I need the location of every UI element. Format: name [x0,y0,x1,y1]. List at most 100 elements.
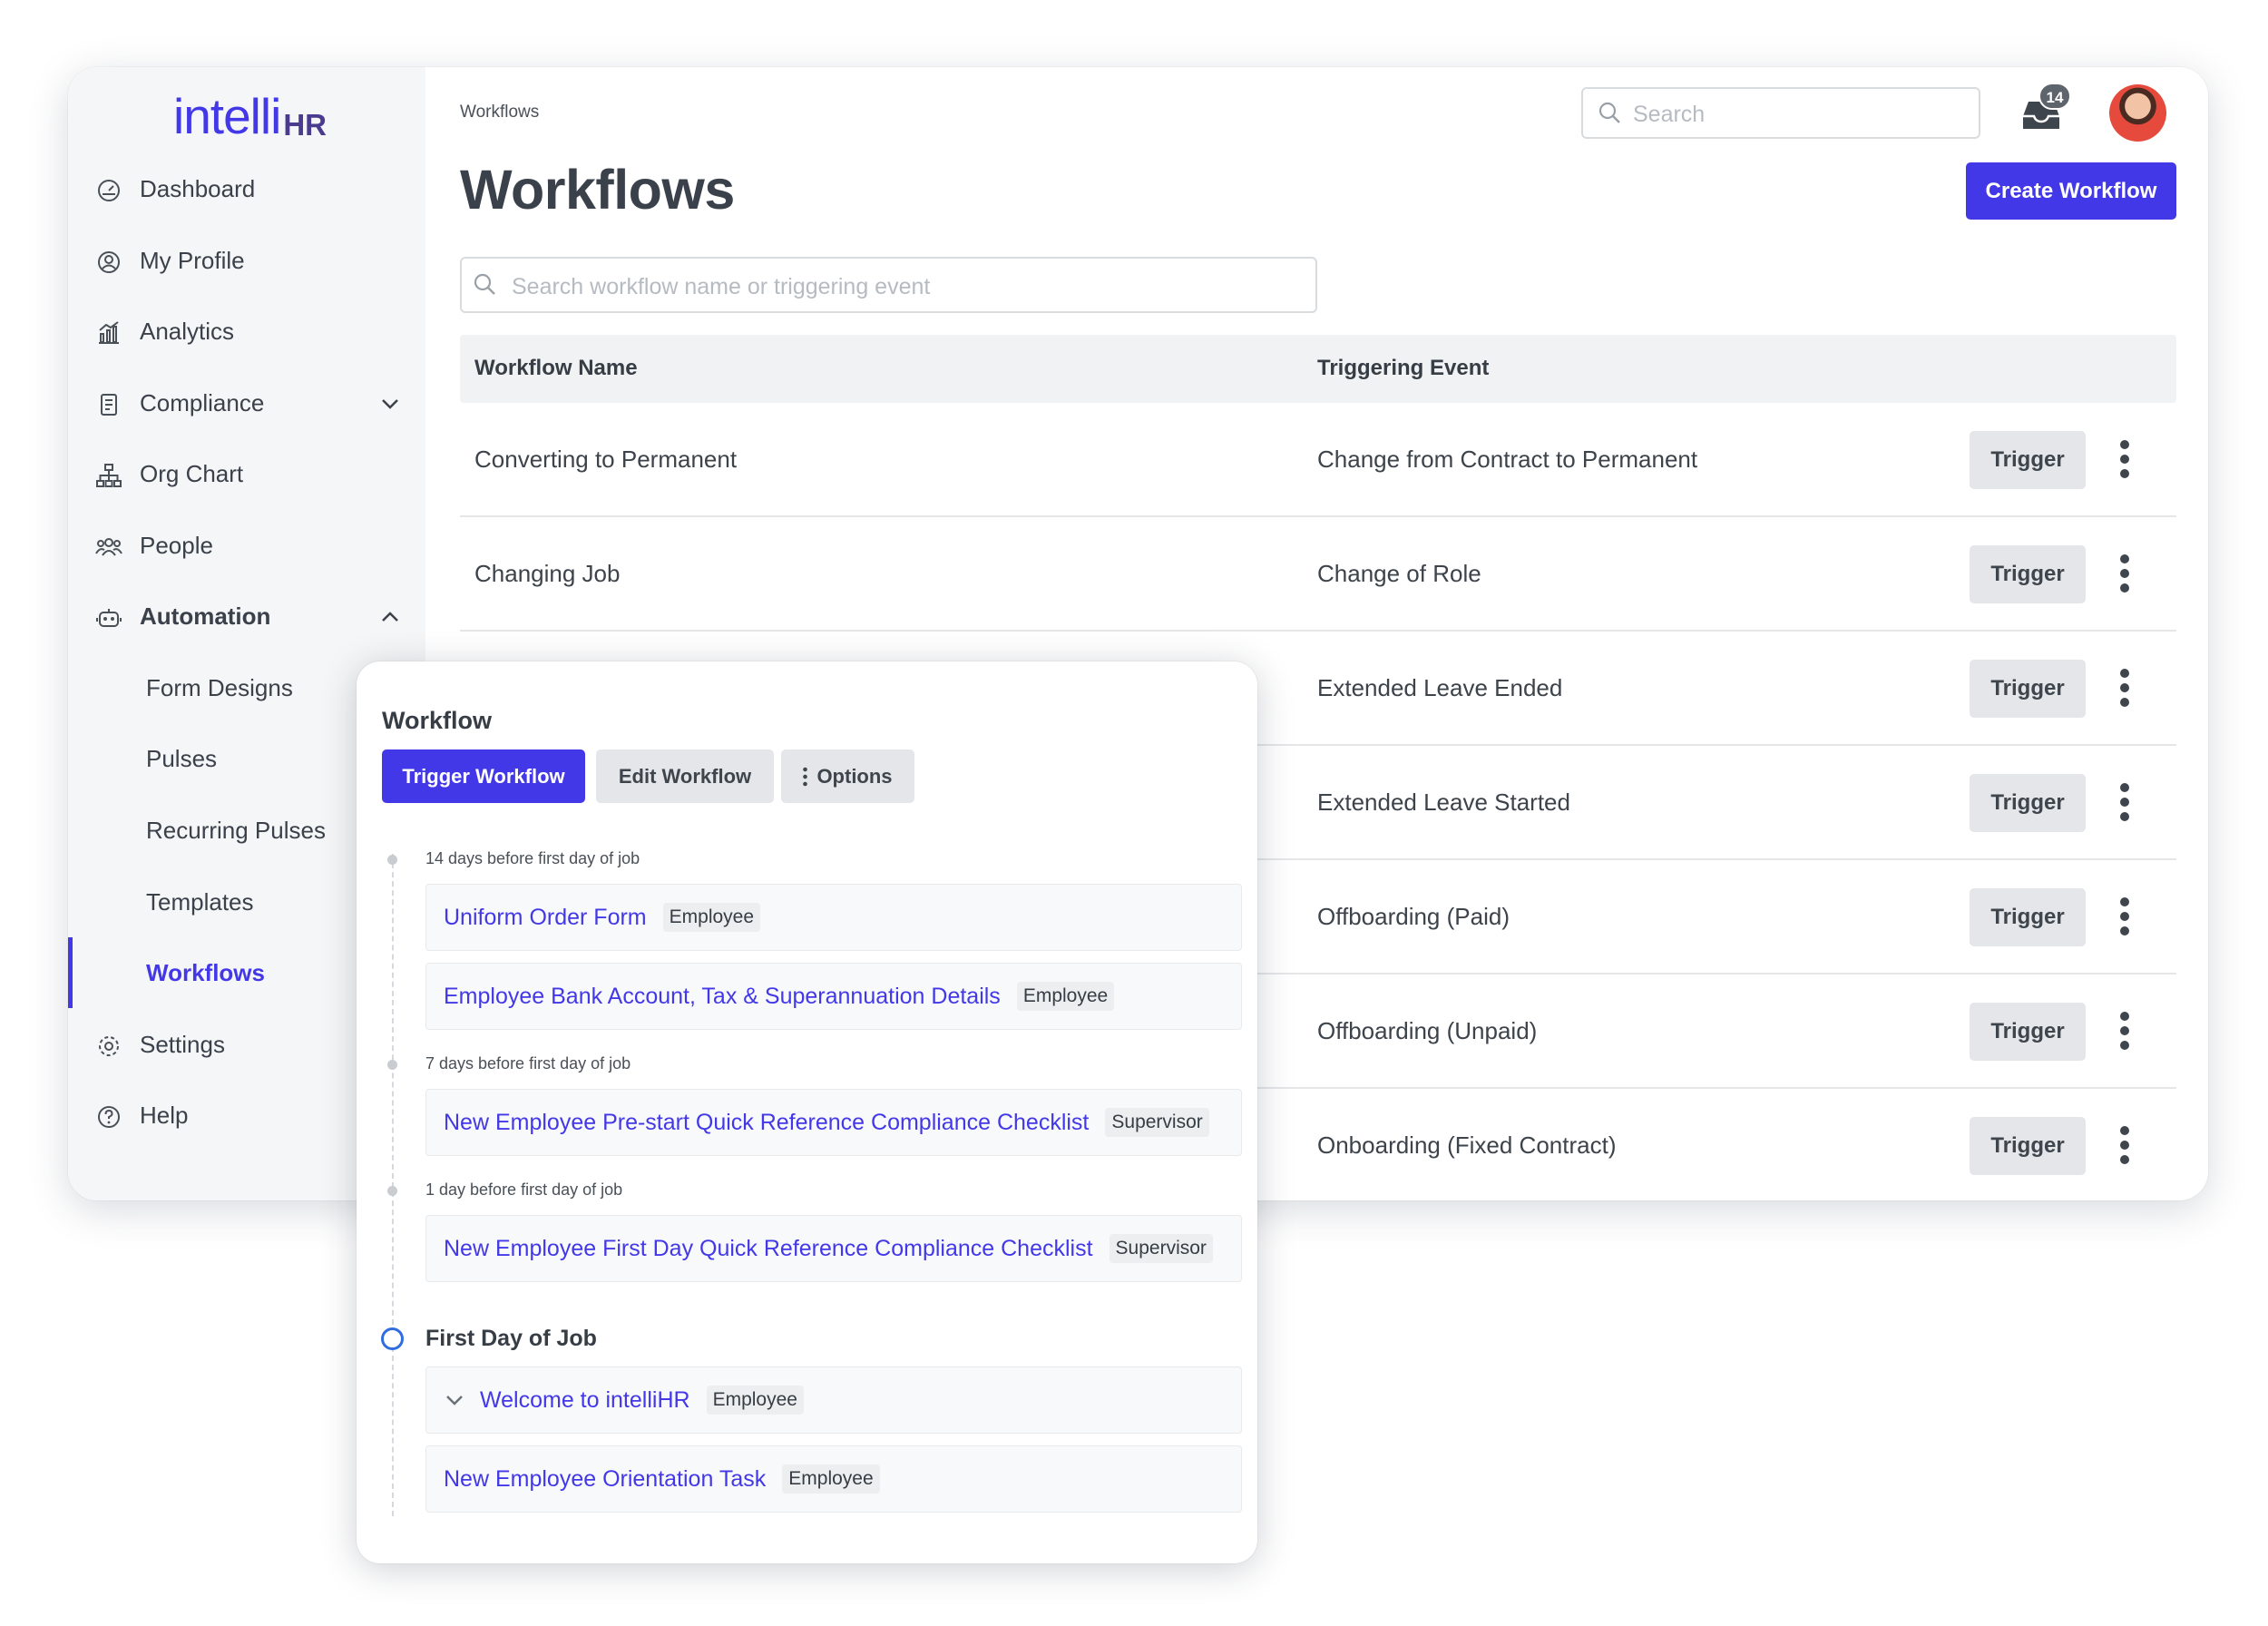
sidebar-item-automation[interactable]: Automation [68,586,425,646]
search-icon [473,272,498,298]
trigger-button[interactable]: Trigger [1970,774,2086,832]
sidebar-item-label: Compliance [140,388,265,416]
task-link[interactable]: New Employee Orientation Task [444,1466,766,1493]
timeline-line [392,854,394,1516]
more-options-icon[interactable] [2118,896,2131,936]
robot-icon [95,604,122,632]
workflow-task[interactable]: Uniform Order Form Employee [425,884,1242,951]
intellihr-logo[interactable]: intelli HR [173,88,327,145]
chevron-down-icon[interactable] [444,1389,465,1411]
dashboard-icon [95,177,122,204]
more-options-icon[interactable] [2118,1011,2131,1051]
workflow-task[interactable]: New Employee Orientation Task Employee [425,1445,1242,1513]
triggering-event: Change of Role [1317,560,1481,587]
workflow-name[interactable]: Changing Job [474,560,620,588]
trigger-button[interactable]: Trigger [1970,545,2086,603]
sidebar-item-label: Dashboard [140,174,256,202]
role-badge: Employee [1016,982,1115,1011]
sidebar-item-people[interactable]: People [68,515,425,575]
avatar[interactable] [2109,84,2166,142]
sidebar-item-label: Help [140,1101,189,1129]
task-link[interactable]: Uniform Order Form [444,905,647,931]
trigger-button[interactable]: Trigger [1970,431,2086,489]
trigger-button[interactable]: Trigger [1970,1003,2086,1061]
role-badge: Supervisor [1105,1108,1209,1137]
options-label: Options [816,764,893,788]
timeline-dot [387,1060,397,1070]
org-chart-icon [95,462,122,489]
workflow-name[interactable]: Converting to Permanent [474,446,737,474]
options-button[interactable]: Options [781,749,914,803]
table-row[interactable]: Changing Job Change of Role Trigger [460,517,2176,632]
trigger-button[interactable]: Trigger [1970,888,2086,946]
sidebar-subitem-label: Pulses [146,744,218,772]
sidebar-item-my-profile[interactable]: My Profile [68,230,425,290]
sidebar-item-label: Automation [140,602,271,630]
help-icon [95,1103,122,1131]
edit-workflow-button[interactable]: Edit Workflow [596,749,774,803]
gear-icon [95,1033,122,1060]
timeline-label: First Day of Job [425,1326,597,1351]
more-options-icon[interactable] [2118,782,2131,822]
table-header: Workflow Name Triggering Event [460,335,2176,403]
timeline-dot [387,855,397,865]
sidebar-subitem-label: Templates [146,887,254,916]
triggering-event: Onboarding (Fixed Contract) [1317,1131,1617,1159]
triggering-event: Offboarding (Paid) [1317,903,1510,930]
trigger-button[interactable]: Trigger [1970,1117,2086,1175]
profile-icon [95,249,122,276]
kebab-icon [803,767,808,786]
timeline-label: 7 days before first day of job [425,1054,631,1073]
timeline-label: 1 day before first day of job [425,1180,623,1199]
breadcrumb[interactable]: Workflows [460,103,539,122]
notification-badge: 14 [2038,83,2071,110]
logo-text: intelli [173,88,281,144]
sidebar-subitem-label: Workflows [146,958,265,986]
sidebar-item-label: Settings [140,1030,225,1058]
active-indicator [68,937,73,1008]
timeline-label: 14 days before first day of job [425,849,640,867]
more-options-icon[interactable] [2118,1125,2131,1165]
task-link[interactable]: New Employee First Day Quick Reference C… [444,1236,1093,1262]
triggering-event: Offboarding (Unpaid) [1317,1017,1538,1044]
workflow-task[interactable]: Welcome to intelliHR Employee [425,1366,1242,1434]
create-workflow-button[interactable]: Create Workflow [1966,162,2176,220]
triggering-event: Extended Leave Ended [1317,674,1563,701]
workflow-task[interactable]: Employee Bank Account, Tax & Superannuat… [425,963,1242,1030]
chevron-down-icon[interactable] [379,393,401,415]
card-title: Workflow [382,707,492,734]
workflow-task[interactable]: New Employee Pre-start Quick Reference C… [425,1089,1242,1156]
sidebar-item-label: People [140,531,213,559]
timeline-current-marker [381,1327,404,1350]
role-badge: Employee [706,1386,804,1415]
sidebar-item-dashboard[interactable]: Dashboard [68,159,425,219]
sidebar-item-analytics[interactable]: Analytics [68,301,425,361]
sidebar-item-compliance[interactable]: Compliance [68,373,425,433]
task-link[interactable]: Employee Bank Account, Tax & Superannuat… [444,984,1001,1010]
more-options-icon[interactable] [2118,439,2131,479]
trigger-workflow-button[interactable]: Trigger Workflow [382,749,585,803]
table-row[interactable]: Converting to Permanent Change from Cont… [460,403,2176,517]
column-header-workflow-name[interactable]: Workflow Name [474,356,638,381]
chevron-up-icon[interactable] [379,606,401,628]
triggering-event: Extended Leave Started [1317,789,1570,816]
sidebar-item-org-chart[interactable]: Org Chart [68,444,425,504]
task-link[interactable]: Welcome to intelliHR [480,1387,690,1414]
trigger-button[interactable]: Trigger [1970,660,2086,718]
workflow-task[interactable]: New Employee First Day Quick Reference C… [425,1215,1242,1282]
timeline-dot [387,1186,397,1196]
global-search-input[interactable]: Search [1581,87,1980,139]
more-options-icon[interactable] [2118,553,2131,593]
search-placeholder: Search [1633,102,1706,127]
triggering-event: Change from Contract to Permanent [1317,446,1698,473]
column-header-triggering-event[interactable]: Triggering Event [1317,356,1489,381]
workflow-search-input[interactable]: Search workflow name or triggering event [460,257,1317,313]
search-placeholder: Search workflow name or triggering event [512,274,931,299]
sidebar-item-label: Analytics [140,317,235,345]
role-badge: Employee [782,1464,880,1494]
task-link[interactable]: New Employee Pre-start Quick Reference C… [444,1110,1089,1136]
compliance-icon [95,391,122,418]
more-options-icon[interactable] [2118,668,2131,708]
page-title: Workflows [460,159,735,220]
sidebar-item-label: Org Chart [140,459,244,487]
